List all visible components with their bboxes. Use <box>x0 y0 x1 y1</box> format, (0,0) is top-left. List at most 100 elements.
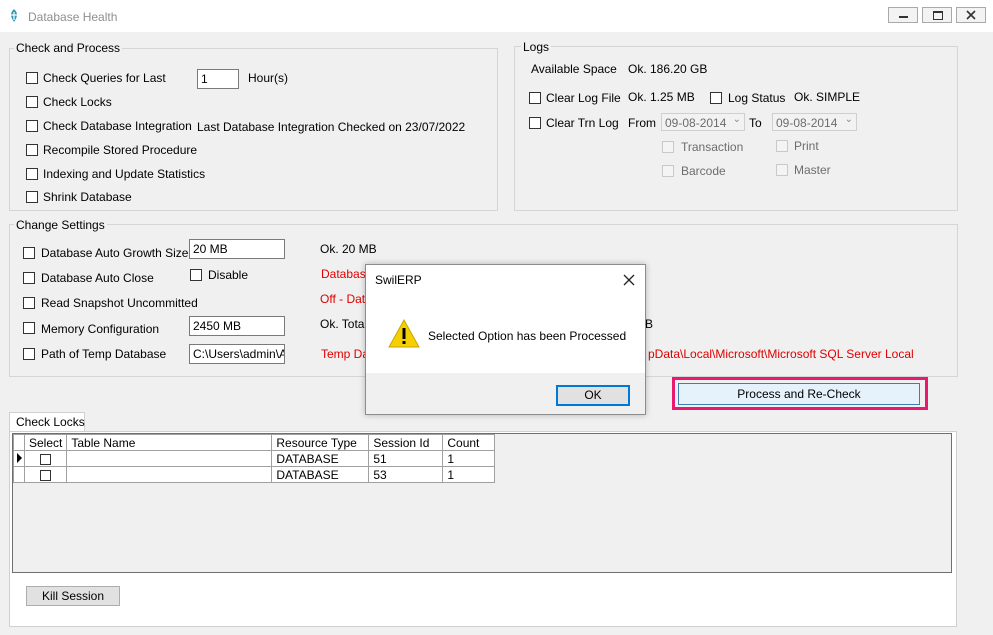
change-settings-label: Change Settings <box>14 218 107 232</box>
check-integration-checkbox[interactable] <box>26 120 38 132</box>
transaction-checkbox[interactable] <box>662 141 674 153</box>
indexing-label: Indexing and Update Statistics <box>43 167 206 181</box>
chevron-down-icon: ⌄ <box>844 114 853 125</box>
hours-unit-label: Hour(s) <box>248 71 289 85</box>
window-title: Database Health <box>28 10 118 24</box>
from-date-value: 09-08-2014 <box>665 116 727 130</box>
shrink-checkbox[interactable] <box>26 191 38 203</box>
temp-db-label: Path of Temp Database <box>41 347 167 361</box>
check-queries-label: Check Queries for Last <box>43 71 166 85</box>
row-header-column <box>13 434 25 451</box>
memory-checkbox[interactable] <box>23 322 35 334</box>
dialog-close-icon[interactable] <box>623 274 635 286</box>
shrink-label: Shrink Database <box>43 190 132 204</box>
column-header-resource-type[interactable]: Resource Type <box>271 434 370 451</box>
warning-icon <box>388 318 420 348</box>
print-checkbox[interactable] <box>776 140 788 152</box>
to-label: To <box>749 116 762 130</box>
current-row-arrow-icon <box>16 452 22 463</box>
row-selector[interactable] <box>13 450 25 467</box>
auto-growth-status: Ok. 20 MB <box>320 242 377 256</box>
column-header-session-id[interactable]: Session Id <box>368 434 444 451</box>
check-locks-checkbox[interactable] <box>26 96 38 108</box>
check-integration-label: Check Database Integration <box>43 119 192 133</box>
session-id-cell[interactable]: 53 <box>368 466 444 483</box>
count-cell[interactable]: 1 <box>442 450 496 467</box>
logs-label: Logs <box>521 40 552 54</box>
locks-grid[interactable]: Select Table Name Resource Type Session … <box>12 433 952 573</box>
tab-check-locks-label: Check Locks <box>16 415 85 429</box>
database-health-window: Database Health Check and Process Check … <box>0 0 993 635</box>
memory-status-tail: B <box>645 317 654 331</box>
tab-check-locks[interactable]: Check Locks <box>9 412 85 432</box>
resource-type-cell[interactable]: DATABASE <box>271 466 370 483</box>
integration-status-text: Last Database Integration Checked on 23/… <box>197 120 466 134</box>
dialog-ok-button[interactable]: OK <box>556 385 630 406</box>
check-locks-label: Check Locks <box>43 95 112 109</box>
temp-db-checkbox[interactable] <box>23 348 35 360</box>
memory-input[interactable]: 2450 MB <box>189 316 285 336</box>
disable-label: Disable <box>208 268 249 282</box>
column-header-table-name[interactable]: Table Name <box>66 434 273 451</box>
dialog-title: SwilERP <box>375 273 422 287</box>
auto-growth-label: Database Auto Growth Size <box>41 246 189 260</box>
check-process-label: Check and Process <box>14 41 123 55</box>
from-label: From <box>628 116 656 130</box>
session-id-cell[interactable]: 51 <box>368 450 444 467</box>
table-row[interactable]: DATABASE 51 1 <box>13 450 496 467</box>
app-icon <box>11 9 17 22</box>
kill-session-button[interactable]: Kill Session <box>26 586 120 606</box>
disable-checkbox[interactable] <box>190 269 202 281</box>
available-space-value: Ok. 186.20 GB <box>628 62 708 76</box>
memory-status: Ok. Total <box>320 317 368 331</box>
chevron-down-icon: ⌄ <box>732 114 741 125</box>
row-select-checkbox[interactable] <box>40 469 52 481</box>
log-status-value: Ok. SIMPLE <box>794 90 861 104</box>
column-header-count[interactable]: Count <box>442 434 496 451</box>
print-label: Print <box>794 139 819 153</box>
snapshot-checkbox[interactable] <box>23 297 35 309</box>
master-checkbox[interactable] <box>776 164 788 176</box>
resource-type-cell[interactable]: DATABASE <box>271 450 370 467</box>
process-recheck-button[interactable]: Process and Re-Check <box>678 383 920 405</box>
table-name-cell[interactable] <box>66 466 273 483</box>
column-header-select[interactable]: Select <box>23 434 68 451</box>
auto-growth-input[interactable]: 20 MB <box>189 239 285 259</box>
row-select-checkbox[interactable] <box>40 453 52 465</box>
select-cell[interactable] <box>23 466 68 483</box>
master-label: Master <box>794 163 831 177</box>
restore-button[interactable] <box>922 7 952 23</box>
message-dialog: SwilERP Selected Option has been Process… <box>365 264 646 415</box>
table-name-cell[interactable] <box>66 450 273 467</box>
memory-label: Memory Configuration <box>41 322 160 336</box>
auto-close-checkbox[interactable] <box>23 272 35 284</box>
auto-close-label: Database Auto Close <box>41 271 154 285</box>
close-icon <box>966 10 976 20</box>
restore-icon <box>933 11 943 20</box>
recompile-checkbox[interactable] <box>26 144 38 156</box>
table-row[interactable]: DATABASE 53 1 <box>13 466 496 483</box>
indexing-checkbox[interactable] <box>26 168 38 180</box>
to-date-value: 09-08-2014 <box>776 116 838 130</box>
to-date-picker[interactable]: 09-08-2014 ⌄ <box>772 113 857 131</box>
select-cell[interactable] <box>23 450 68 467</box>
log-file-value: Ok. 1.25 MB <box>628 90 695 104</box>
from-date-picker[interactable]: 09-08-2014 ⌄ <box>661 113 745 131</box>
clear-log-file-checkbox[interactable] <box>529 92 541 104</box>
title-bar: Database Health <box>0 0 993 32</box>
log-status-label: Log Status <box>728 91 786 105</box>
row-selector[interactable] <box>13 466 25 483</box>
minimize-button[interactable] <box>888 7 918 23</box>
close-button[interactable] <box>956 7 986 23</box>
check-queries-checkbox[interactable] <box>26 72 38 84</box>
available-space-label: Available Space <box>531 62 617 76</box>
auto-growth-checkbox[interactable] <box>23 247 35 259</box>
clear-trn-log-checkbox[interactable] <box>529 117 541 129</box>
locks-table: Select Table Name Resource Type Session … <box>13 434 496 483</box>
count-cell[interactable]: 1 <box>442 466 496 483</box>
hours-input[interactable]: 1 <box>197 69 239 89</box>
barcode-checkbox[interactable] <box>662 165 674 177</box>
temp-db-input[interactable]: C:\Users\admin\AppData <box>189 344 285 364</box>
snapshot-label: Read Snapshot Uncommitted <box>41 296 198 310</box>
log-status-checkbox[interactable] <box>710 92 722 104</box>
